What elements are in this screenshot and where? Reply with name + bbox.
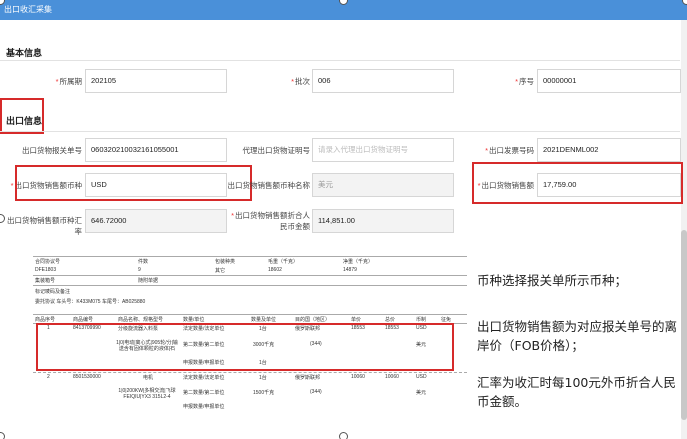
period-field[interactable]: 202105 — [85, 69, 227, 93]
resize-handle-bottom-center[interactable] — [339, 432, 348, 439]
doc-col-header: 商品名称、规格型号 — [118, 317, 164, 323]
doc-item-currency-name: 美元 — [416, 390, 427, 396]
invoice-no-label: *出口发票号码 — [485, 146, 534, 155]
doc-item-currency-name: 美元 — [416, 342, 427, 348]
customs-no-label: 出口货物报关单号 — [22, 146, 82, 155]
doc-col-header: 目的国（地区） — [295, 317, 331, 323]
rmb-amount-field: 114,851.00 — [312, 209, 454, 233]
doc-header-cell: 净重（千克） — [343, 259, 374, 265]
rmb-amount-label: *出口货物销售额折合人民币金额 — [231, 211, 310, 231]
currency-name-label: 出口货物销售额币种名称 — [227, 181, 311, 190]
agent-cert-input[interactable]: 请录入代理出口货物证明号 — [312, 138, 454, 162]
doc-col-header: 币制 — [416, 317, 427, 323]
doc-item-qty3: 1台 — [259, 360, 267, 366]
doc-item-code: 8413709990 — [73, 325, 101, 331]
doc-col-header: 数量及单位 — [251, 317, 277, 323]
section-title-basic: 基本信息 — [6, 48, 43, 58]
period-label: *所属期 — [55, 77, 82, 86]
doc-col-header: 商品编号 — [73, 317, 94, 323]
doc-item-spec: 1|0|电动|离心式|905轮/分|输送含有固体颗粒的液体|石 — [116, 340, 178, 352]
batch-field[interactable]: 006 — [312, 69, 454, 93]
resize-handle-bottom-left[interactable] — [0, 432, 5, 439]
note-currency: 币种选择报关单所示币种； — [477, 273, 628, 288]
doc-container-label: 集装箱号 — [35, 278, 56, 284]
doc-item-unit3: 申报数量/申报单位 — [183, 404, 225, 410]
doc-item-qty2: 3000千克 — [253, 342, 275, 348]
doc-item-unit: 法定数量/法定单位 — [183, 375, 225, 381]
doc-item-code2: (344) — [310, 341, 322, 347]
invoice-no-field[interactable]: 2021DENML002 — [537, 138, 681, 162]
doc-header-cell: 件数 — [138, 259, 149, 265]
doc-item-dest: 俄罗斯联邦 — [295, 375, 321, 381]
seq-field[interactable]: 00000001 — [537, 69, 681, 93]
doc-item-code: 8501530000 — [73, 374, 101, 380]
doc-item-no: 1 — [47, 325, 50, 331]
note-exchange-rate: 汇率为收汇时每100元外币折合人民币金额。 — [477, 375, 676, 409]
doc-value-cell: 14879 — [343, 267, 357, 273]
doc-item-total: 18553 — [385, 325, 399, 331]
doc-remark-label: 标记唛码及备注 — [35, 289, 71, 295]
doc-item-currency: USD — [416, 374, 427, 380]
exchange-rate-label: 出口货物销售额币种汇率 — [7, 216, 82, 236]
section-divider — [0, 60, 680, 61]
doc-col-header: 商品序号 — [35, 317, 56, 323]
section-title-export: 出口信息 — [6, 116, 43, 126]
doc-item-no: 2 — [47, 374, 50, 380]
customs-declaration-image: 合同协议号 件数 包装种类 毛重（千克） 净重（千克） DFE1803 9 其它… — [33, 256, 467, 412]
customs-no-field[interactable]: 060320210032161055001 — [85, 138, 227, 162]
doc-col-header: 单价 — [351, 317, 362, 323]
sales-amount-label: *出口货物销售额 — [477, 181, 534, 190]
batch-label: *批次 — [291, 77, 310, 86]
doc-item-unit: 法定数量/法定单位 — [183, 326, 225, 332]
window-title: 出口收汇采集 — [4, 5, 52, 14]
doc-item-qty: 1台 — [259, 326, 267, 332]
doc-item-price: 18553 — [351, 325, 365, 331]
currency-field[interactable]: USD — [85, 173, 227, 197]
doc-remark-value: 委托协议 车头号：K433M075 车尾号：AB025880 — [35, 299, 146, 305]
doc-value-cell: DFE1803 — [35, 267, 57, 273]
doc-item-total: 10060 — [385, 374, 399, 380]
doc-item-price: 10060 — [351, 374, 365, 380]
doc-header-cell: 毛重（千克） — [268, 259, 299, 265]
doc-value-cell: 18602 — [268, 267, 282, 273]
doc-header-cell: 包装种类 — [215, 259, 236, 265]
doc-item-qty2: 1500千克 — [253, 390, 275, 396]
doc-item-qty: 1台 — [259, 375, 267, 381]
exchange-rate-field: 646.72000 — [85, 209, 227, 233]
doc-item-unit3: 申报数量/申报单位 — [183, 360, 225, 366]
doc-item-currency: USD — [416, 325, 427, 331]
doc-attached-docs: 随附单据 — [138, 278, 159, 284]
doc-col-header: 总价 — [385, 317, 396, 323]
agent-cert-label: 代理出口货物证明号 — [242, 146, 311, 155]
section-divider — [0, 131, 680, 132]
currency-label: *出口货物销售额币种 — [10, 181, 82, 190]
doc-value-cell: 其它 — [215, 268, 226, 274]
doc-item-name: 分级旋流器入料泵 — [118, 326, 159, 332]
doc-col-header: 数量/单位 — [183, 317, 205, 323]
doc-value-cell: 9 — [138, 267, 141, 273]
doc-item-unit2: 第二数量/第二单位 — [183, 342, 225, 348]
seq-label: *序号 — [515, 77, 534, 86]
doc-col-header: 征免 — [441, 317, 452, 323]
sales-amount-field[interactable]: 17,759.00 — [537, 173, 681, 197]
doc-item-unit2: 第二数量/第二单位 — [183, 390, 225, 396]
doc-header-cell: 合同协议号 — [35, 259, 61, 265]
doc-item-spec: 1|0|200KW|多相交流|飞球 FEIQIU|YX3 315L2-4 — [118, 388, 176, 400]
currency-name-field: 美元 — [312, 173, 454, 197]
doc-item-code2: (344) — [310, 389, 322, 395]
doc-item-dest: 俄罗斯联邦 — [295, 326, 321, 332]
note-sales-amount: 出口货物销售额为对应报关单号的离岸价（FOB价格）； — [477, 319, 678, 353]
doc-item-name: 电机 — [143, 375, 154, 381]
